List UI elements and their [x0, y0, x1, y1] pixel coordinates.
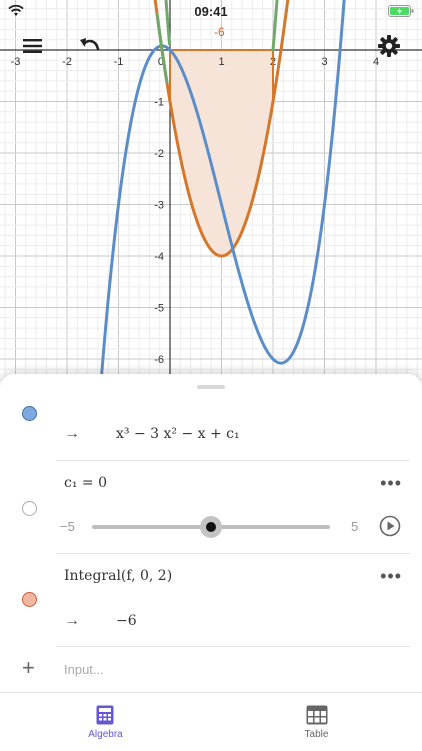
function-visibility-toggle[interactable]	[22, 406, 37, 421]
x-tick-label: -3	[11, 56, 21, 68]
green-curve	[155, 13, 169, 84]
tab-algebra[interactable]: Algebra	[0, 693, 211, 751]
y-tick-label: -4	[154, 251, 164, 263]
bottom-tab-bar: Algebra Table	[0, 692, 422, 751]
settings-gear-icon[interactable]	[377, 34, 401, 58]
tab-table-label: Table	[304, 729, 329, 740]
slider-more-options-icon[interactable]: •••	[380, 473, 402, 494]
integral-visibility-toggle[interactable]	[22, 592, 37, 607]
slider-track[interactable]	[92, 516, 330, 538]
slider-max-label: 5	[351, 519, 359, 534]
calculator-icon	[96, 705, 114, 725]
y-tick-label: -1	[154, 97, 164, 109]
y-tick-label: -5	[154, 303, 164, 315]
slider-thumb[interactable]	[200, 516, 222, 538]
integral-result: −6	[116, 613, 137, 629]
integral-definition[interactable]: Integral(f, 0, 2)	[64, 568, 172, 584]
algebra-item-integral[interactable]: Integral(f, 0, 2) ••• → −6	[0, 554, 422, 646]
add-item-icon[interactable]: +	[22, 655, 35, 681]
output-arrow-icon: →	[64, 425, 80, 442]
tab-algebra-label: Algebra	[88, 729, 123, 740]
y-tick-label: -6	[154, 354, 164, 366]
y-tick-label: -2	[154, 148, 164, 160]
integral-value-label: -6	[214, 25, 225, 39]
x-tick-label: 3	[321, 56, 327, 68]
x-tick-label: 1	[218, 56, 224, 68]
x-tick-label: -2	[62, 56, 72, 68]
algebra-input-row[interactable]: + Input...	[0, 647, 422, 692]
menu-icon[interactable]	[22, 37, 44, 55]
algebra-item-function[interactable]: → x³ − 3 x² − x + c₁	[0, 390, 422, 460]
slider-min-label: −5	[60, 519, 75, 534]
algebra-input-field[interactable]: Input...	[64, 662, 104, 677]
algebra-panel: → x³ − 3 x² − x + c₁ c₁ = 0 ••• −5 5 Int…	[0, 374, 422, 692]
x-tick-label: -1	[114, 56, 124, 68]
undo-icon[interactable]	[78, 36, 102, 56]
status-time: 09:41	[194, 4, 228, 19]
y-tick-label: -3	[154, 200, 164, 212]
battery-icon	[388, 5, 414, 17]
function-expression[interactable]: x³ − 3 x² − x + c₁	[116, 426, 240, 442]
output-arrow-icon: →	[64, 612, 80, 629]
play-animation-icon[interactable]	[379, 515, 401, 537]
panel-drag-handle[interactable]	[197, 385, 225, 389]
status-bar: 09:41	[0, 0, 422, 22]
table-icon	[306, 705, 328, 725]
tab-table[interactable]: Table	[211, 693, 422, 751]
graphing-view[interactable]: -3 -2 -1 1 2 3 4-1-2-3-4-5-60	[0, 0, 422, 380]
algebra-item-slider[interactable]: c₁ = 0 ••• −5 5	[0, 461, 422, 553]
slider-visibility-toggle[interactable]	[22, 501, 37, 516]
slider-definition[interactable]: c₁ = 0	[64, 475, 107, 491]
integral-more-options-icon[interactable]: •••	[380, 566, 402, 587]
